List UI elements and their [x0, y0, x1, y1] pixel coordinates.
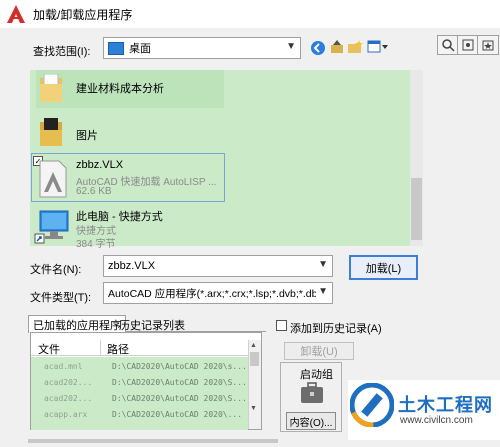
table-row-path: D:\CAD2020\AutoCAD 2020\S... [112, 378, 247, 387]
back-icon[interactable] [309, 39, 327, 57]
file-name: 建业材料成本分析 [76, 83, 164, 95]
up-folder-icon[interactable] [328, 38, 346, 56]
table-header [31, 340, 248, 356]
column-header-file[interactable]: 文件 [38, 341, 60, 357]
views-menu-icon[interactable] [366, 38, 390, 56]
history-checkbox-label: 添加到历史记录(A) [290, 323, 382, 335]
filename-input[interactable]: zbbz.VLX ▼ [103, 255, 333, 277]
filetype-combo[interactable]: AutoCAD 应用程序(*.arx;*.crx;*.lsp;*.dvb;*.d… [103, 282, 333, 304]
history-checkbox[interactable] [276, 320, 287, 331]
scrollbar-thumb[interactable] [411, 178, 422, 240]
folder-icon [38, 116, 64, 148]
chevron-down-icon: ▼ [286, 41, 296, 52]
lookin-combo[interactable]: 桌面 ▼ [103, 37, 301, 59]
file-size: 62.6 KB [76, 186, 112, 197]
table-row-file[interactable]: acad202... [44, 378, 92, 387]
scroll-up-icon[interactable]: ▲ [250, 342, 257, 349]
column-divider [100, 340, 101, 356]
vlx-file-icon [38, 160, 68, 198]
file-size: 384 字节 [76, 239, 116, 250]
scrollbar-thumb[interactable] [250, 352, 259, 366]
table-row-file[interactable]: acapp.arx [44, 410, 87, 419]
chevron-down-icon: ▼ [318, 259, 328, 270]
lookin-label: 查找范围(I): [33, 46, 91, 58]
column-header-path[interactable]: 路径 [107, 341, 129, 357]
folder-icon [38, 73, 64, 104]
filetype-label: 文件类型(T): [30, 292, 92, 304]
civilcn-logo-icon [349, 382, 395, 428]
table-row-file[interactable]: acad.mnl [44, 362, 83, 371]
table-row-path: D:\CAD2020\AutoCAD 2020\S... [112, 394, 247, 403]
autocad-logo-icon [6, 4, 26, 24]
file-name: zbbz.VLX [76, 159, 124, 171]
file-name: 图片 [76, 130, 98, 142]
table-row-path: D:\CAD2020\AutoCAD 2020\s... [112, 362, 247, 371]
find-icon[interactable] [437, 35, 459, 55]
briefcase-icon [300, 382, 324, 404]
startup-group-title: 启动组 [298, 366, 335, 382]
table-row-file[interactable]: acad202... [44, 394, 92, 403]
watermark-url: www.civilcn.com [400, 415, 473, 426]
desktop-icon [108, 41, 124, 55]
tab-loaded[interactable]: 已加载的应用程序 [28, 315, 126, 333]
filename-value: zbbz.VLX [108, 260, 156, 272]
favorites-icon[interactable] [477, 35, 499, 55]
locate-icon[interactable] [457, 35, 479, 55]
scroll-down-icon[interactable]: ▼ [250, 405, 257, 412]
bottom-scrollbar[interactable] [28, 439, 278, 443]
window-title: 加载/卸载应用程序 [33, 8, 133, 22]
lookin-value: 桌面 [129, 43, 151, 55]
new-folder-icon[interactable] [346, 38, 364, 56]
filetype-value: AutoCAD 应用程序(*.arx;*.crx;*.lsp;*.dvb;*.d… [108, 287, 316, 300]
chevron-down-icon: ▼ [318, 286, 328, 297]
list-item[interactable] [36, 112, 224, 152]
table-row-path: D:\CAD2020\AutoCAD 2020\... [112, 410, 243, 419]
load-button[interactable]: 加载(L) [349, 255, 418, 280]
contents-button[interactable]: 内容(O)... [286, 412, 336, 430]
computer-shortcut-icon [34, 207, 70, 245]
watermark-title: 土木工程网 [398, 395, 493, 415]
unload-button[interactable]: 卸载(U) [284, 342, 354, 360]
filename-label: 文件名(N): [30, 264, 82, 276]
